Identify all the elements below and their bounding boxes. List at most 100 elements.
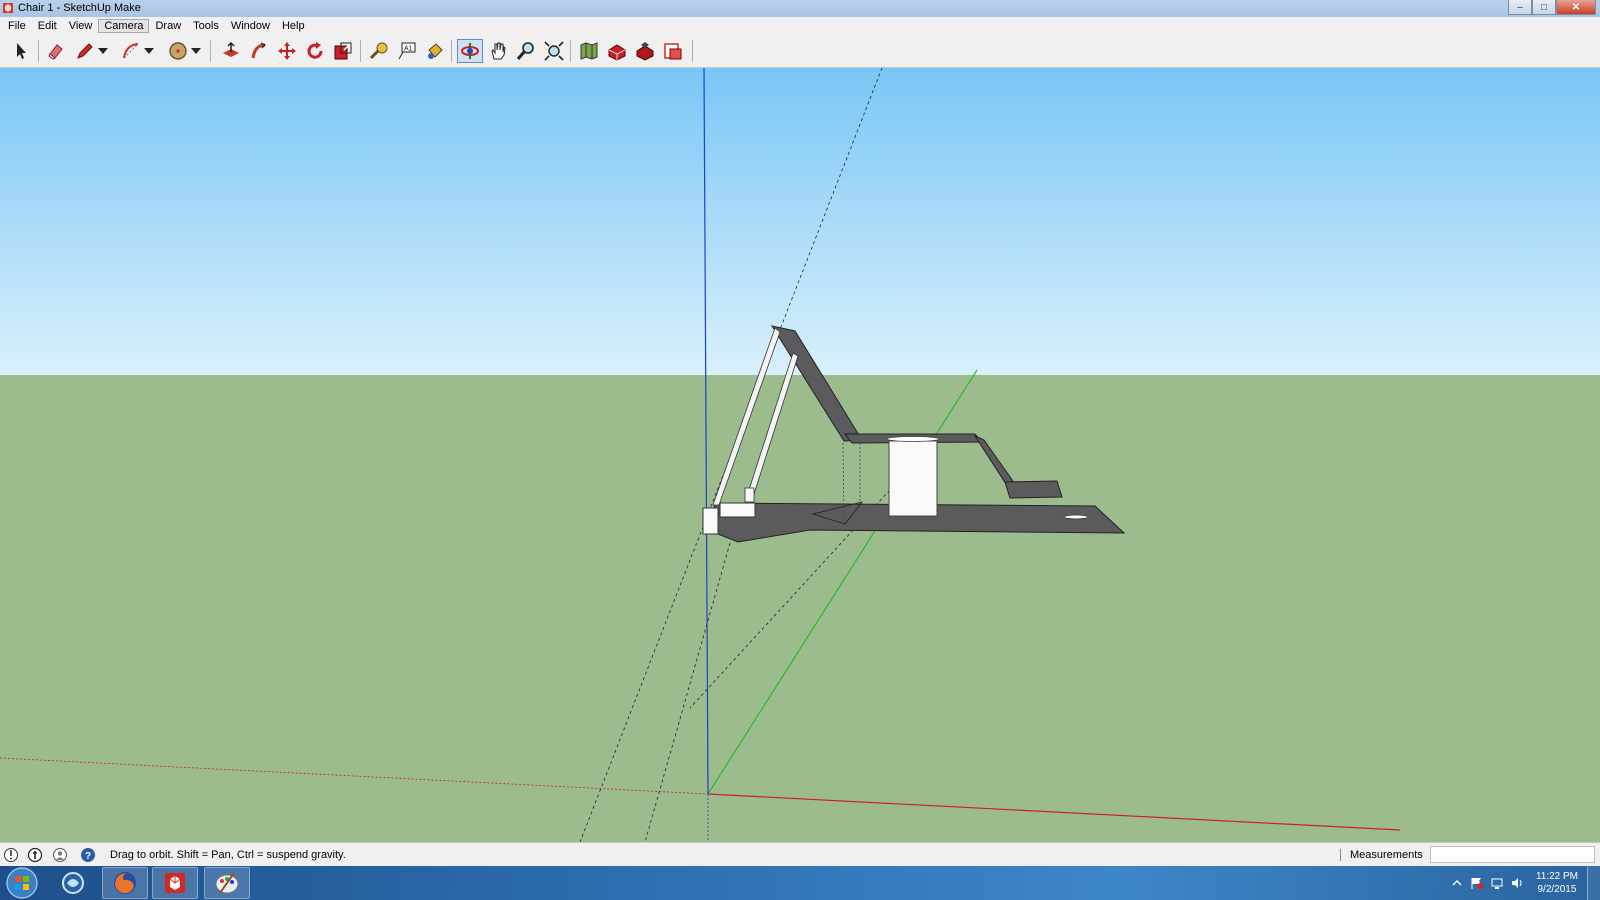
ground <box>0 375 1600 842</box>
getting-started-toolbar: A1 <box>0 35 1600 68</box>
maximize-button[interactable]: □ <box>1532 0 1556 15</box>
eraser-tool[interactable] <box>43 39 69 63</box>
pan-tool[interactable] <box>485 39 511 63</box>
add-location-tool[interactable] <box>576 39 602 63</box>
close-button[interactable]: ✕ <box>1556 0 1596 15</box>
pushpull-icon <box>223 41 239 57</box>
text-tool[interactable]: A1 <box>394 39 420 63</box>
share-model-tool[interactable] <box>660 39 686 63</box>
chair-hole <box>1063 514 1089 520</box>
rotate-tool[interactable] <box>302 39 328 63</box>
circle-icon <box>169 42 187 60</box>
chair-block <box>744 487 755 503</box>
paint-icon <box>215 872 239 894</box>
show-desktop-button[interactable] <box>1587 866 1600 900</box>
line-tool-dropdown[interactable] <box>96 39 110 63</box>
action-center-icon[interactable] <box>1470 876 1484 890</box>
clock-date: 9/2/2015 <box>1537 884 1577 895</box>
scale-tool[interactable] <box>330 39 356 63</box>
credits-icon[interactable] <box>27 847 43 863</box>
taskbar-paint[interactable] <box>204 867 250 899</box>
taskbar-sketchup[interactable] <box>152 867 198 899</box>
extension-icon <box>636 42 654 61</box>
chair-block <box>702 507 719 535</box>
menu-edit[interactable]: Edit <box>32 19 63 33</box>
zoom-extents-icon <box>544 41 564 61</box>
minimize-button[interactable]: – <box>1508 0 1532 15</box>
line-tool[interactable] <box>72 39 98 63</box>
select-tool[interactable] <box>8 39 34 63</box>
eraser-icon <box>48 44 63 60</box>
push-pull-tool[interactable] <box>218 39 244 63</box>
sketchup-icon <box>3 3 13 13</box>
menu-help[interactable]: Help <box>276 19 311 33</box>
firefox-icon <box>114 872 136 894</box>
zoom-icon <box>516 42 534 60</box>
rotate-icon <box>307 42 323 59</box>
followme-icon <box>251 42 267 59</box>
arc-tool-dropdown[interactable] <box>142 39 156 63</box>
taskbar-firefox[interactable] <box>102 867 148 899</box>
measurements-label: Measurements <box>1350 849 1423 861</box>
title-bar: Chair 1 - SketchUp Make – □ ✕ <box>0 0 1600 17</box>
chevron-down-icon <box>144 48 154 54</box>
status-hint: Drag to orbit. Shift = Pan, Ctrl = suspe… <box>110 849 346 861</box>
menu-file[interactable]: File <box>2 19 32 33</box>
sky <box>0 68 1600 375</box>
paint-bucket-icon <box>428 43 443 59</box>
arc-icon <box>123 43 139 59</box>
file-manager-icon <box>62 872 84 894</box>
windows-taskbar: 11:22 PM 9/2/2015 <box>0 866 1600 900</box>
taskbar-file-manager[interactable] <box>50 867 96 899</box>
orbit-tool[interactable] <box>457 39 483 63</box>
offset-tool[interactable] <box>246 39 272 63</box>
layout-icon <box>664 43 682 60</box>
user-account-icon[interactable] <box>52 847 68 863</box>
scale-icon <box>334 42 352 60</box>
taskbar-clock[interactable]: 11:22 PM 9/2/2015 <box>1536 870 1578 896</box>
menu-tools[interactable]: Tools <box>187 19 225 33</box>
map-icon <box>580 42 598 60</box>
window-title: Chair 1 - SketchUp Make <box>18 2 141 14</box>
warehouse-tool[interactable] <box>604 39 630 63</box>
chair-block <box>719 502 756 518</box>
system-tray: 11:22 PM 9/2/2015 <box>1400 866 1600 900</box>
measurements-divider <box>1340 849 1341 861</box>
help-icon[interactable]: ? <box>80 847 96 863</box>
zoom-extents-tool[interactable] <box>541 39 567 63</box>
move-tool[interactable] <box>274 39 300 63</box>
menu-view[interactable]: View <box>63 19 99 33</box>
menu-window[interactable]: Window <box>225 19 276 33</box>
paint-bucket-tool[interactable] <box>422 39 448 63</box>
zoom-tool[interactable] <box>513 39 539 63</box>
svg-text:A1: A1 <box>404 46 413 53</box>
tape-measure-tool[interactable] <box>366 39 392 63</box>
scene-canvas[interactable] <box>0 68 1600 842</box>
chevron-down-icon <box>191 48 201 54</box>
text-icon: A1 <box>398 42 416 60</box>
model-viewport[interactable] <box>0 68 1600 842</box>
warehouse-icon <box>608 44 626 61</box>
close-icon: ✕ <box>1571 1 1581 13</box>
show-hidden-icons[interactable] <box>1450 876 1464 890</box>
shape-tool-dropdown[interactable] <box>189 39 203 63</box>
arrow-icon <box>17 43 26 59</box>
measurements-input[interactable] <box>1430 846 1595 863</box>
chair-cylinder-top <box>886 436 940 442</box>
arc-tool[interactable] <box>118 39 144 63</box>
shape-tool[interactable] <box>165 39 191 63</box>
network-icon[interactable] <box>1490 876 1504 890</box>
pencil-icon <box>77 43 93 59</box>
menu-camera[interactable]: Camera <box>98 19 150 33</box>
maximize-icon: □ <box>1540 1 1548 13</box>
extension-warehouse-tool[interactable] <box>632 39 658 63</box>
move-icon <box>278 42 296 60</box>
minimize-icon: – <box>1517 1 1523 13</box>
chevron-down-icon <box>98 48 108 54</box>
clock-time: 11:22 PM <box>1535 871 1578 882</box>
geo-location-icon[interactable] <box>3 847 19 863</box>
volume-icon[interactable] <box>1510 876 1524 890</box>
windows-start-icon[interactable] <box>2 866 42 900</box>
hand-icon <box>491 42 506 60</box>
menu-draw[interactable]: Draw <box>149 19 187 33</box>
